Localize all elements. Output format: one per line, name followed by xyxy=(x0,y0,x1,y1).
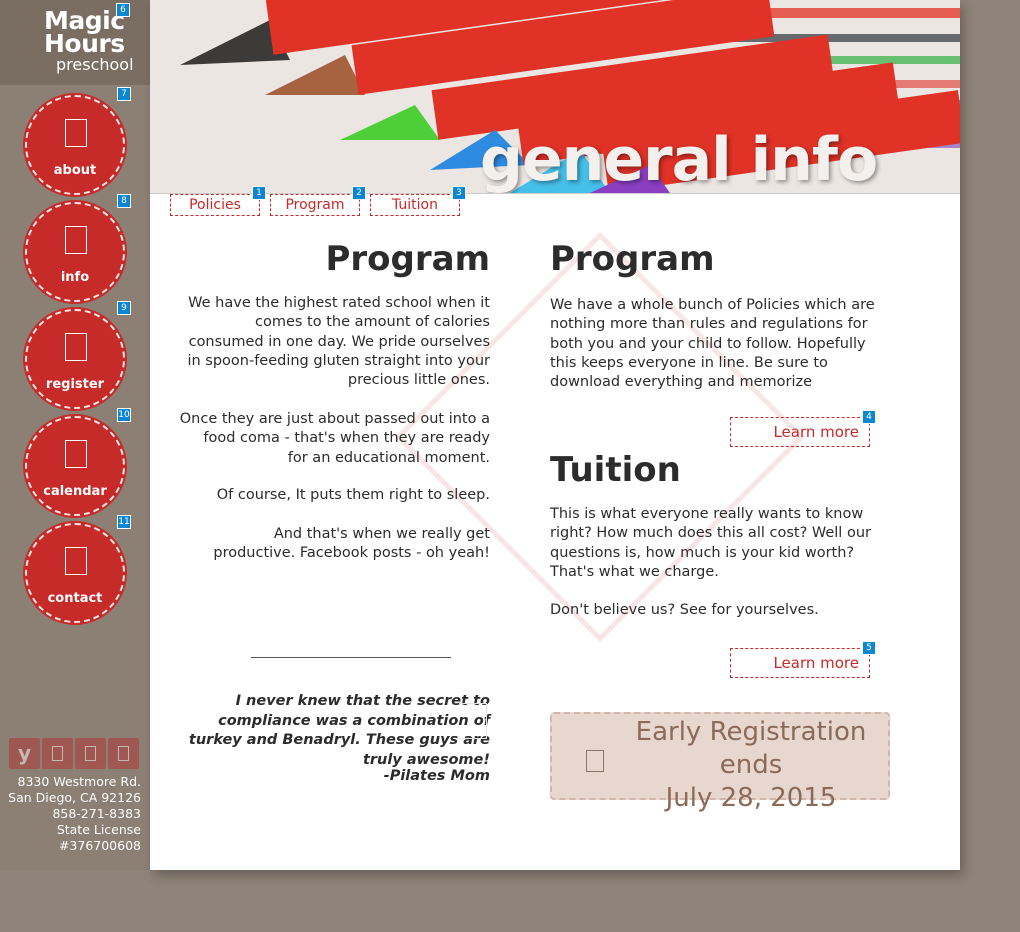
nav-calendar-label: calendar xyxy=(43,484,107,499)
nav-contact-label: contact xyxy=(47,591,103,606)
social-link[interactable] xyxy=(42,738,73,769)
tuition-text: Don't believe us? See for yourselves. xyxy=(550,602,819,618)
google-plus-icon xyxy=(118,746,129,761)
program-text: We have a whole bunch of Policies which … xyxy=(550,297,875,391)
left-paragraph: And that's when we really get productive… xyxy=(213,526,490,562)
nav-info-label: info xyxy=(60,270,90,285)
address-phone[interactable]: 858-271-8383 xyxy=(8,806,141,822)
marker-badge: 9 xyxy=(117,301,131,315)
marker-badge: 2 xyxy=(352,186,366,200)
address-block: 8330 Westmore Rd. San Diego, CA 92126 85… xyxy=(8,774,141,854)
social-link[interactable] xyxy=(75,738,106,769)
tuition-heading: Tuition xyxy=(550,450,681,490)
facebook-icon xyxy=(52,746,63,761)
social-link[interactable] xyxy=(108,738,139,769)
nav-register-label: register xyxy=(45,377,105,392)
contact-icon xyxy=(65,547,87,575)
logo-line-2: Hours xyxy=(44,29,125,58)
twitter-icon xyxy=(85,746,96,761)
nav-about-label: about xyxy=(53,163,97,178)
marker-badge: 1 xyxy=(252,186,266,200)
learn-more-button[interactable]: Learn more xyxy=(730,417,870,447)
banner-title: general info xyxy=(480,125,878,193)
tab-program[interactable]: Program xyxy=(270,194,360,216)
tab-tuition[interactable]: Tuition xyxy=(370,194,460,216)
register-icon xyxy=(65,333,87,361)
left-paragraph: Of course, It puts them right to sleep. xyxy=(216,487,490,503)
tab-policies[interactable]: Policies xyxy=(170,194,260,216)
address-street: 8330 Westmore Rd. xyxy=(17,774,141,789)
testimonial-author: -Pilates Mom xyxy=(383,768,490,784)
address-license-number: #376700608 xyxy=(58,838,141,853)
marker-badge: 8 xyxy=(117,194,131,208)
left-heading: Program xyxy=(325,239,490,279)
early-registration-notice[interactable]: Early Registration ends July 28, 2015 xyxy=(550,712,890,813)
marker-badge: 11 xyxy=(117,515,131,529)
calendar-icon xyxy=(586,750,604,772)
registration-line: Early Registration xyxy=(635,717,867,747)
address-license-label: State License xyxy=(56,822,141,837)
nav-contact-button[interactable]: contact xyxy=(25,523,125,623)
text-cursor xyxy=(459,703,487,739)
left-paragraph: We have the highest rated school when it… xyxy=(187,295,490,389)
quote-divider xyxy=(251,657,451,658)
nav-register-button[interactable]: register xyxy=(25,309,125,409)
address-city: San Diego, CA 92126 xyxy=(8,790,141,805)
banner: general info xyxy=(150,0,960,193)
nav-info-button[interactable]: info xyxy=(25,202,125,302)
marker-badge: 7 xyxy=(117,87,131,101)
registration-line: ends xyxy=(719,750,783,780)
left-paragraph: Once they are just about passed out into… xyxy=(179,411,490,466)
tuition-text: This is what everyone really wants to kn… xyxy=(550,506,871,580)
marker-badge: 3 xyxy=(452,186,466,200)
registration-text: Early Registration ends July 28, 2015 xyxy=(626,716,876,815)
yelp-icon: y xyxy=(17,741,32,765)
program-heading: Program xyxy=(550,239,715,279)
marker-badge: 10 xyxy=(117,408,131,422)
nav-about-button[interactable]: about xyxy=(25,95,125,195)
info-icon xyxy=(65,226,87,254)
marker-badge: 6 xyxy=(116,3,130,17)
yelp-link[interactable]: y xyxy=(9,738,40,769)
main-content: general info Policies 1 Program 2 Tuitio… xyxy=(150,0,960,870)
registration-date: July 28, 2015 xyxy=(665,783,837,813)
sidebar: Magic Hours preschool 6 about 7 info 8 r… xyxy=(0,0,150,870)
nav-calendar-button[interactable]: calendar xyxy=(25,416,125,516)
marker-badge: 4 xyxy=(862,410,876,424)
testimonial-quote: I never knew that the secret to complian… xyxy=(188,693,490,768)
calendar-icon xyxy=(65,440,87,468)
marker-badge: 5 xyxy=(862,641,876,655)
learn-more-button[interactable]: Learn more xyxy=(730,648,870,678)
about-icon xyxy=(65,119,87,147)
logo-subtitle: preschool xyxy=(56,55,134,74)
